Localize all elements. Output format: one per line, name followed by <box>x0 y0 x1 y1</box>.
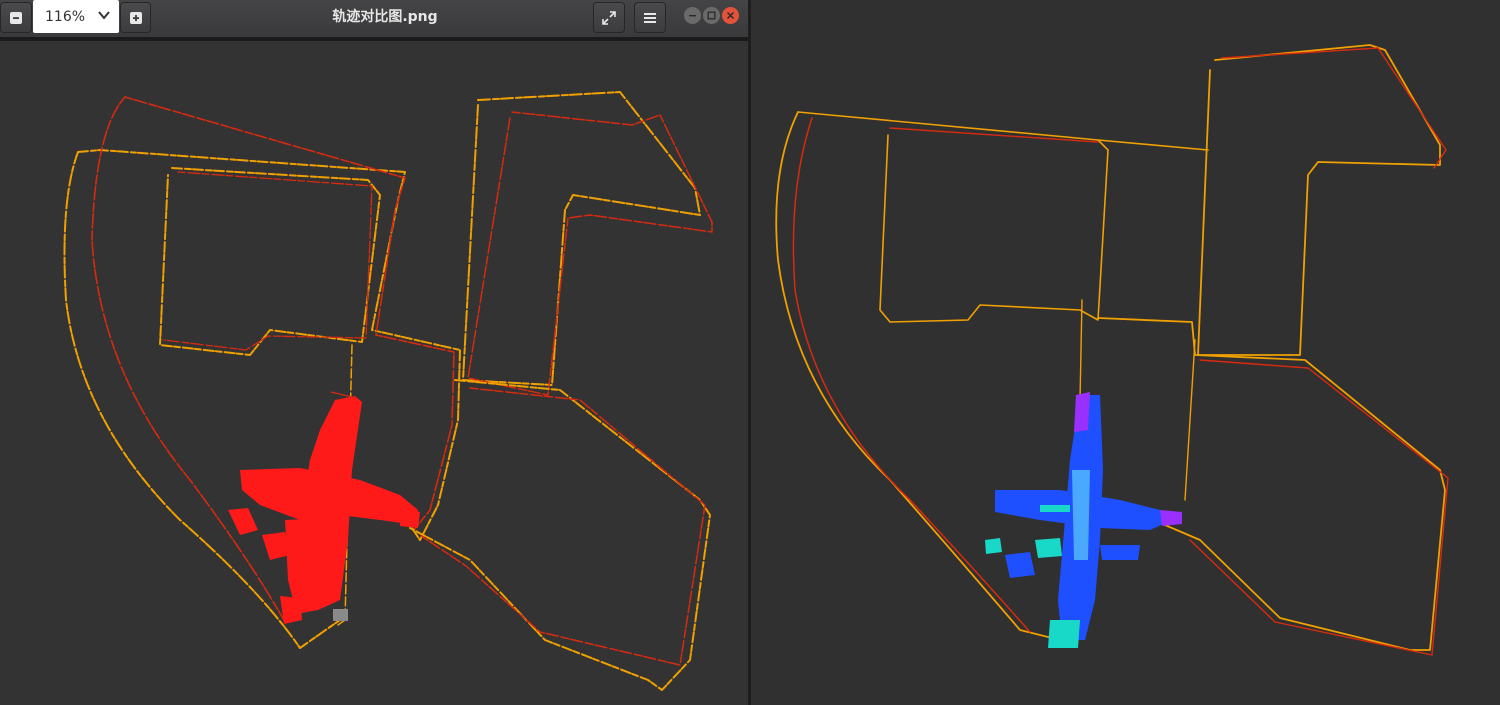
trajectory-path <box>163 171 373 351</box>
trajectory-image-right <box>775 44 1449 656</box>
trajectory-path <box>91 96 286 623</box>
chevron-down-icon <box>98 11 110 20</box>
trajectory-path <box>124 96 455 531</box>
maximize-icon <box>707 11 716 20</box>
point-cloud-red <box>228 396 420 624</box>
zoom-level-dropdown[interactable]: 116% <box>33 0 119 33</box>
trajectory-path <box>1079 299 1083 401</box>
trajectory-path <box>1184 339 1196 501</box>
zoom-in-button[interactable] <box>120 2 151 33</box>
fullscreen-button[interactable] <box>593 2 625 33</box>
plus-icon <box>129 11 142 24</box>
trajectory-path <box>419 387 706 666</box>
trajectory-path <box>467 111 713 396</box>
trajectory-path <box>409 379 711 691</box>
point-cloud-blue <box>985 392 1182 648</box>
trajectory-path <box>797 111 1109 323</box>
menu-button[interactable] <box>634 2 666 33</box>
minimize-button[interactable] <box>684 7 701 24</box>
fullscreen-icon <box>602 10 616 25</box>
close-button[interactable] <box>722 7 739 24</box>
image-canvas <box>0 41 748 705</box>
trajectory-path <box>1221 47 1447 169</box>
origin-marker <box>333 609 348 621</box>
trajectory-path <box>159 167 381 356</box>
trajectory-path <box>1197 44 1441 356</box>
hamburger-menu-icon <box>644 12 656 23</box>
minus-icon <box>10 11 22 24</box>
trajectory-path <box>792 117 1031 633</box>
trajectory-path <box>1189 359 1449 656</box>
minimize-icon <box>689 15 696 17</box>
zoom-level-value: 116% <box>45 8 86 25</box>
window-title: 轨迹对比图.png <box>332 9 438 25</box>
trajectory-image-left <box>63 91 713 691</box>
maximize-button[interactable] <box>703 7 720 24</box>
image-viewer-window: 116% 轨迹对比图.png <box>0 0 748 705</box>
pointcloud-viewport <box>751 0 1500 705</box>
close-icon <box>726 11 735 20</box>
trajectory-path <box>1097 139 1209 151</box>
header-bar: 116% 轨迹对比图.png <box>0 0 748 41</box>
zoom-out-button[interactable] <box>0 2 32 33</box>
trajectory-path <box>462 91 701 386</box>
trajectory-path <box>1097 317 1446 651</box>
